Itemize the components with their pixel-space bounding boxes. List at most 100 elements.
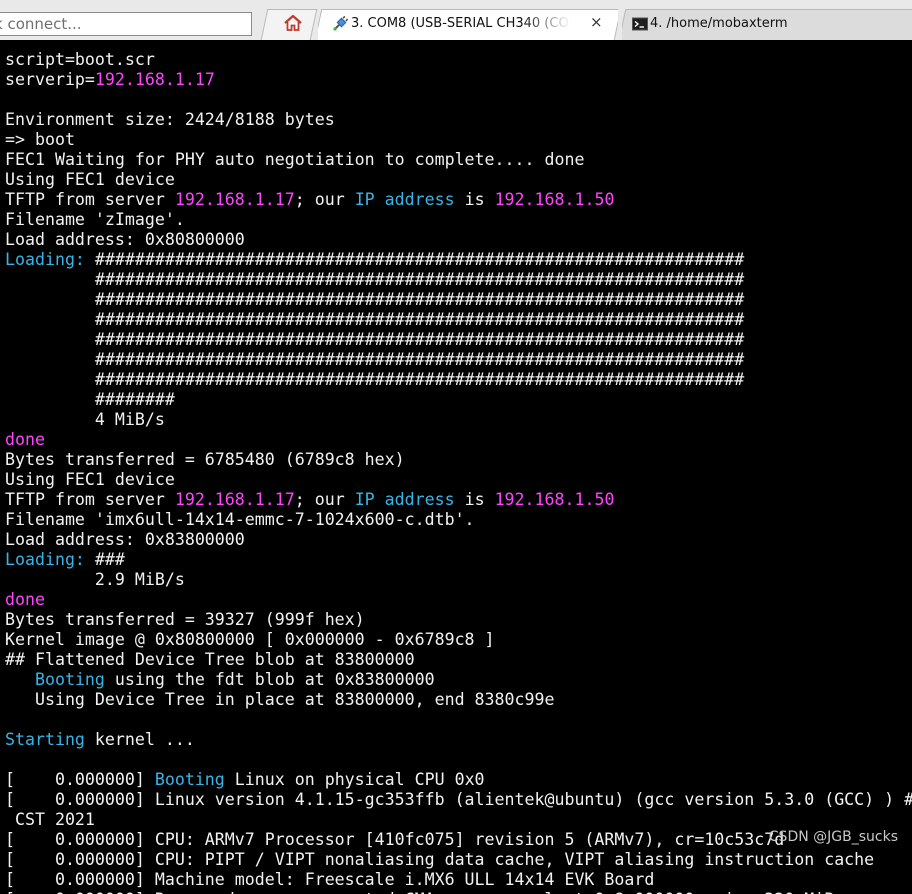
terminal-text: Load address: 0x80800000 — [5, 230, 245, 249]
terminal-text: 192.168.1.50 — [494, 190, 615, 209]
terminal-text: 192.168.1.50 — [494, 490, 615, 509]
terminal-line: CST 2021 — [5, 810, 912, 830]
terminal-text: ########################################… — [5, 330, 745, 349]
terminal-line: Filename 'zImage'. — [5, 210, 912, 230]
terminal-text: ; our — [294, 490, 355, 509]
terminal-text: ## Flattened Device Tree blob at 8380000… — [5, 650, 415, 669]
terminal-text: Booting — [34, 670, 105, 689]
terminal-line: Booting using the fdt blob at 0x83800000 — [5, 670, 912, 690]
terminal-text: Load address: 0x83800000 — [5, 530, 245, 549]
terminal-text: [ 0.000000] CPU: ARMv7 Processor [410fc0… — [5, 830, 785, 849]
watermark: CSDN @JGB_sucks — [768, 829, 898, 845]
terminal-text: Bytes transferred = 6785480 (6789c8 hex) — [5, 450, 405, 469]
terminal-text: [ 0.000000] Machine model: Freescale i.M… — [5, 870, 655, 889]
terminal-line: 4 MiB/s — [5, 410, 912, 430]
terminal-text: Linux on physical CPU 0x0 — [224, 770, 485, 789]
terminal-text: CST 2021 — [5, 810, 95, 829]
terminal-line: serverip=192.168.1.17 — [5, 70, 912, 90]
serial-plug-icon — [333, 16, 348, 31]
terminal-text: TFTP from server — [5, 490, 175, 509]
terminal-text: is — [454, 190, 495, 209]
terminal-text: => boot — [5, 130, 75, 149]
terminal-text: ########################################… — [5, 290, 745, 309]
terminal-line: Using FEC1 device — [5, 470, 912, 490]
terminal-line: done — [5, 430, 912, 450]
terminal-text: [ 0.000000] CPU: PIPT / VIPT nonaliasing… — [5, 850, 875, 869]
tab-label: 4. /home/mobaxterm — [650, 16, 788, 31]
terminal-line: Loading: ###############################… — [5, 250, 912, 270]
terminal-line: Loading: ### — [5, 550, 912, 570]
terminal-text: kernel ... — [84, 730, 195, 749]
terminal-line: [ 0.000000] Machine model: Freescale i.M… — [5, 870, 912, 890]
terminal-text: ########################################… — [5, 270, 745, 289]
terminal-text: Filename 'zImage'. — [5, 210, 185, 229]
terminal-text: done — [5, 430, 45, 449]
terminal-text: Booting — [154, 770, 225, 789]
terminal-text: done — [5, 590, 45, 609]
terminal-text: Bytes transferred = 39327 (999f hex) — [5, 610, 365, 629]
terminal-text: 192.168.1.17 — [94, 70, 215, 89]
terminal-text: Using FEC1 device — [5, 470, 175, 489]
terminal-line: TFTP from server 192.168.1.17; our IP ad… — [5, 190, 912, 210]
terminal-text: Starting — [5, 730, 85, 749]
terminal-line: [ 0.000000] Booting Linux on physical CP… — [5, 770, 912, 790]
terminal-line: Load address: 0x80800000 — [5, 230, 912, 250]
terminal-lines: script=boot.scr serverip=192.168.1.17 Envi… — [5, 50, 912, 894]
terminal-line: Starting kernel ... — [5, 730, 912, 750]
terminal-text: ### — [84, 550, 125, 569]
terminal-text: serverip= — [5, 70, 95, 89]
terminal-line: ########################################… — [5, 370, 912, 390]
terminal-text: 192.168.1.17 — [174, 490, 295, 509]
terminal-text: IP address — [354, 190, 455, 209]
terminal-line: ########################################… — [5, 290, 912, 310]
terminal-line: Using Device Tree in place at 83800000, … — [5, 690, 912, 710]
terminal-line: [ 0.000000] Reserved memory: created CMA… — [5, 890, 912, 894]
close-icon[interactable]: × — [590, 13, 603, 31]
terminal-line: FEC1 Waiting for PHY auto negotiation to… — [5, 150, 912, 170]
terminal-output[interactable]: script=boot.scr serverip=192.168.1.17 Envi… — [0, 40, 912, 894]
terminal-text: IP address — [354, 490, 455, 509]
terminal-line: Bytes transferred = 6785480 (6789c8 hex) — [5, 450, 912, 470]
terminal-line: Kernel image @ 0x80800000 [ 0x000000 - 0… — [5, 630, 912, 650]
tab-home-mobaxterm[interactable]: 4. /home/mobaxterm — [622, 9, 912, 40]
quick-connect-input[interactable] — [0, 12, 252, 36]
terminal-line: Load address: 0x83800000 — [5, 530, 912, 550]
terminal-text: [ 0.000000] Linux version 4.1.15-gc353ff… — [5, 790, 912, 809]
terminal-text: Using Device Tree in place at 83800000, … — [5, 690, 555, 709]
terminal-text: using the fdt blob at 0x83800000 — [104, 670, 435, 689]
terminal-text: Environment size: 2424/8188 bytes — [5, 110, 335, 129]
terminal-text: ########################################… — [5, 370, 745, 389]
terminal-line: Using FEC1 device — [5, 170, 912, 190]
terminal-line: Bytes transferred = 39327 (999f hex) — [5, 610, 912, 630]
terminal-text: 2.9 MiB/s — [5, 570, 185, 589]
tab-bar: 3. COM8 (USB-SERIAL CH340 (COM8)) × 4. /… — [0, 0, 912, 41]
terminal-line: TFTP from server 192.168.1.17; our IP ad… — [5, 490, 912, 510]
terminal-line: ########################################… — [5, 350, 912, 370]
terminal-line: 2.9 MiB/s — [5, 570, 912, 590]
terminal-line: => boot — [5, 130, 912, 150]
terminal-text: [ 0.000000] — [5, 770, 155, 789]
terminal-line: ########################################… — [5, 330, 912, 350]
terminal-line: done — [5, 590, 912, 610]
terminal-line: [ 0.000000] CPU: PIPT / VIPT nonaliasing… — [5, 850, 912, 870]
tab-label: 3. COM8 (USB-SERIAL CH340 (COM8)) — [351, 16, 571, 31]
terminal-line: ## Flattened Device Tree blob at 8380000… — [5, 650, 912, 670]
terminal-text: Using FEC1 device — [5, 170, 175, 189]
home-icon[interactable] — [283, 13, 303, 33]
terminal-text: Filename 'imx6ull-14x14-emmc-7-1024x600-… — [5, 510, 475, 529]
tab-com8-serial[interactable]: 3. COM8 (USB-SERIAL CH340 (COM8)) × — [318, 9, 618, 40]
terminal-line: [ 0.000000] Linux version 4.1.15-gc353ff… — [5, 790, 912, 810]
terminal-line: ######## — [5, 390, 912, 410]
terminal-text: is — [454, 490, 495, 509]
terminal-text: Loading: — [5, 250, 85, 269]
terminal-text: ; our — [294, 190, 355, 209]
terminal-text: script=boot.scr — [5, 50, 155, 69]
terminal-text: 192.168.1.17 — [174, 190, 295, 209]
terminal-text: [ 0.000000] Reserved memory: created CMA… — [5, 890, 834, 894]
terminal-text: 4 MiB/s — [5, 410, 165, 429]
terminal-icon — [632, 17, 648, 31]
terminal-text: Loading: — [5, 550, 85, 569]
